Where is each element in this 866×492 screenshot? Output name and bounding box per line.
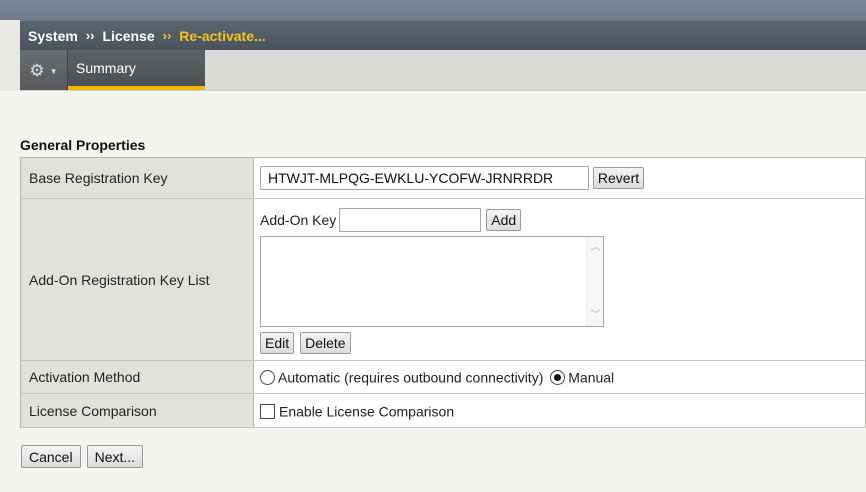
scroll-down-icon[interactable]: ﹀ [587,307,604,324]
automatic-radio[interactable] [260,370,275,386]
addon-key-input[interactable] [339,207,482,232]
edit-button[interactable]: Edit [260,331,295,354]
breadcrumb-separator: ›› [85,28,95,43]
tab-bar: ⚙ ▼ Summary [20,50,866,91]
settings-menu-button[interactable]: ⚙ ▼ [20,50,68,90]
manual-radio[interactable] [550,370,566,386]
table-row: Add-On Registration Key List Add-On Key … [20,198,866,361]
enable-comparison-label: Enable License Comparison [279,403,455,420]
add-button[interactable]: Add [486,208,522,231]
activation-method-cell: Automatic (requires outbound connectivit… [253,360,866,394]
breadcrumb-reactivate: Re-activate... [179,27,266,44]
table-row: Activation Method Automatic (requires ou… [20,360,866,394]
enable-comparison-checkbox[interactable] [260,403,275,419]
general-properties-table: Base Registration Key Revert Add-On Regi… [20,157,866,428]
addon-key-label: Add-On Key [260,211,337,228]
tab-summary[interactable]: Summary [68,50,205,90]
delete-button[interactable]: Delete [300,331,351,354]
addon-key-listbox[interactable]: ︿ ﹀ [260,235,604,327]
addon-key-list-label: Add-On Registration Key List [20,198,254,361]
top-stripe [0,0,866,20]
license-comparison-cell: Enable License Comparison [253,393,866,428]
cancel-button[interactable]: Cancel [21,445,81,468]
breadcrumb-license[interactable]: License [102,28,154,44]
base-registration-key-input[interactable] [260,166,589,190]
activation-method-label: Activation Method [20,360,254,394]
gear-icon: ⚙ [29,60,45,80]
scrollbar[interactable]: ︿ ﹀ [586,236,604,326]
scroll-up-icon[interactable]: ︿ [587,239,604,256]
breadcrumb-separator: ›› [162,28,172,43]
chevron-down-icon: ▼ [49,66,58,76]
base-key-cell: Revert [253,157,866,199]
revert-button[interactable]: Revert [592,167,645,189]
table-row: Base Registration Key Revert [20,157,866,199]
section-title: General Properties [20,137,146,153]
table-row: License Comparison Enable License Compar… [20,393,866,428]
license-comparison-label: License Comparison [20,393,254,428]
breadcrumb-system[interactable]: System [28,28,78,44]
manual-radio-label: Manual [568,369,615,386]
automatic-radio-label: Automatic (requires outbound connectivit… [278,369,544,386]
footer-buttons: Cancel Next... [21,445,144,468]
addon-key-cell: Add-On Key Add ︿ ﹀ Edit Delete [253,198,866,361]
next-button[interactable]: Next... [86,445,144,468]
base-key-label: Base Registration Key [20,157,254,199]
breadcrumb: System ›› License ›› Re-activate... [20,20,866,50]
